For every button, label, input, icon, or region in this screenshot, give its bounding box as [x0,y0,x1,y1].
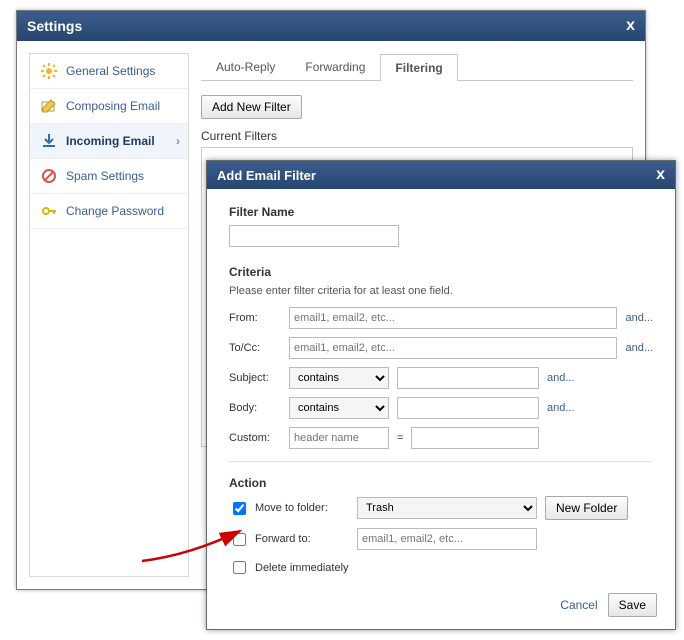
key-icon [40,202,58,220]
sidebar-item-incoming[interactable]: Incoming Email [30,124,188,159]
body-value-input[interactable] [397,397,539,419]
action-move-row: Move to folder: Trash New Folder [229,496,653,520]
criteria-tocc-row: To/Cc: and... [229,337,653,359]
criteria-hint: Please enter filter criteria for at leas… [229,285,653,297]
settings-sidebar: General Settings Composing Email Incomin… [29,53,189,577]
delete-immediately-label[interactable]: Delete immediately [229,558,349,577]
sidebar-item-label: Change Password [66,204,164,218]
sidebar-item-label: Composing Email [66,99,160,113]
close-icon[interactable]: x [656,166,665,184]
move-to-folder-select[interactable]: Trash [357,497,537,519]
forward-to-input[interactable] [357,528,537,550]
compose-icon [40,97,58,115]
settings-title: Settings [27,18,82,34]
move-to-folder-label[interactable]: Move to folder: [229,499,349,518]
sidebar-item-spam[interactable]: Spam Settings [30,159,188,194]
subject-label: Subject: [229,372,281,384]
tocc-and-link[interactable]: and... [625,342,653,354]
body-op-select[interactable]: contains [289,397,389,419]
tabs: Auto-Reply Forwarding Filtering [201,53,633,81]
from-input[interactable] [289,307,617,329]
divider [229,461,653,462]
sidebar-item-composing[interactable]: Composing Email [30,89,188,124]
dialog-body: Filter Name Criteria Please enter filter… [207,189,675,629]
forward-to-checkbox[interactable] [233,533,246,546]
body-label: Body: [229,402,281,414]
criteria-body-row: Body: contains and... [229,397,653,419]
criteria-label: Criteria [229,265,653,279]
custom-value-input[interactable] [411,427,539,449]
sidebar-item-label: General Settings [66,64,155,78]
action-delete-row: Delete immediately [229,558,653,577]
sidebar-item-label: Incoming Email [66,134,155,148]
download-icon [40,132,58,150]
filter-name-input[interactable] [229,225,399,247]
sidebar-item-label: Spam Settings [66,169,144,183]
criteria-from-row: From: and... [229,307,653,329]
tocc-input[interactable] [289,337,617,359]
custom-label: Custom: [229,432,281,444]
block-icon [40,167,58,185]
body-and-link[interactable]: and... [547,402,575,414]
tab-auto-reply[interactable]: Auto-Reply [201,53,290,80]
delete-immediately-checkbox[interactable] [233,561,246,574]
subject-op-select[interactable]: contains [289,367,389,389]
settings-titlebar: Settings x [17,11,645,41]
dialog-title: Add Email Filter [217,168,316,183]
close-icon[interactable]: x [626,17,635,35]
move-to-folder-checkbox[interactable] [233,502,246,515]
subject-value-input[interactable] [397,367,539,389]
dialog-footer: Cancel Save [560,593,657,617]
gear-icon [40,62,58,80]
tab-forwarding[interactable]: Forwarding [290,53,380,80]
action-forward-row: Forward to: [229,528,653,550]
filter-name-label: Filter Name [229,205,653,219]
current-filters-label: Current Filters [201,129,633,143]
dialog-titlebar: Add Email Filter x [207,161,675,189]
custom-header-input[interactable] [289,427,389,449]
save-button[interactable]: Save [608,593,657,617]
new-folder-button[interactable]: New Folder [545,496,628,520]
criteria-subject-row: Subject: contains and... [229,367,653,389]
forward-to-label[interactable]: Forward to: [229,530,349,549]
cancel-link[interactable]: Cancel [560,598,597,612]
sidebar-item-general[interactable]: General Settings [30,54,188,89]
add-email-filter-dialog: Add Email Filter x Filter Name Criteria … [206,160,676,630]
sidebar-item-password[interactable]: Change Password [30,194,188,229]
tab-filtering[interactable]: Filtering [380,54,457,81]
action-label: Action [229,476,653,490]
tocc-label: To/Cc: [229,342,281,354]
subject-and-link[interactable]: and... [547,372,575,384]
from-and-link[interactable]: and... [625,312,653,324]
criteria-custom-row: Custom: = [229,427,653,449]
from-label: From: [229,312,281,324]
equals-sign: = [397,432,403,444]
add-new-filter-button[interactable]: Add New Filter [201,95,302,119]
